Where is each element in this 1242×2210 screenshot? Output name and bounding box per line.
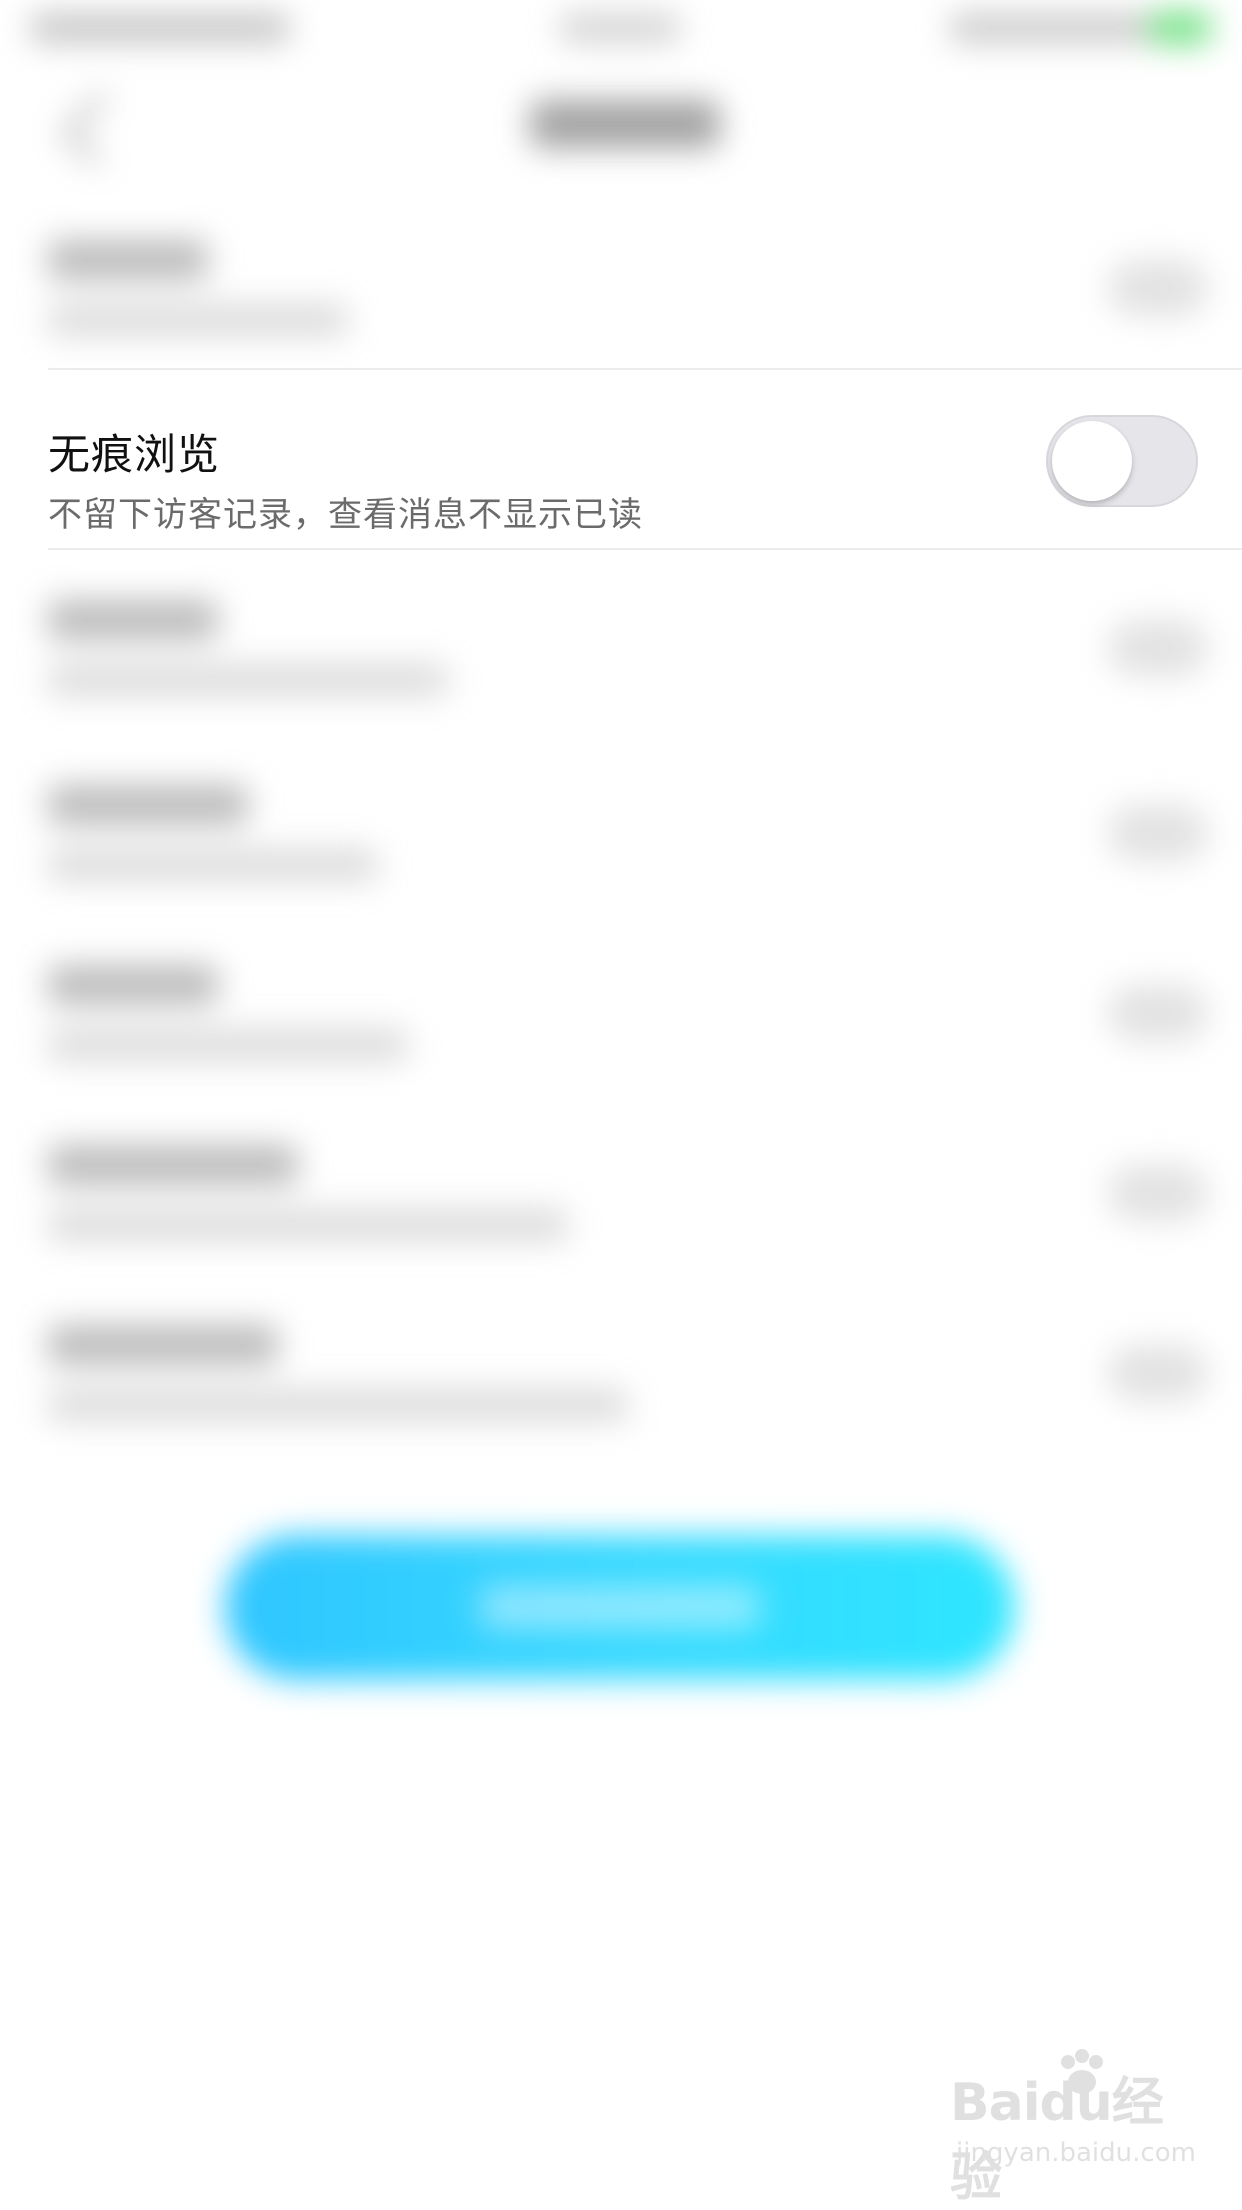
setting-subtitle: 不留下访客记录，查看消息不显示已读 bbox=[48, 495, 643, 535]
status-bar-right-placeholder bbox=[950, 14, 1150, 42]
row-title-placeholder bbox=[48, 785, 248, 825]
settings-row[interactable] bbox=[48, 240, 1208, 360]
watermark-url: jingyan.baidu.com bbox=[956, 2138, 1196, 2168]
settings-row[interactable] bbox=[48, 1145, 1208, 1265]
status-bar-time-placeholder bbox=[560, 14, 680, 42]
toggle-switch[interactable] bbox=[1108, 805, 1208, 861]
divider bbox=[48, 548, 1242, 550]
status-bar bbox=[0, 0, 1242, 60]
row-title-placeholder bbox=[48, 1145, 298, 1185]
battery-icon bbox=[1150, 12, 1210, 44]
row-subtitle-placeholder bbox=[48, 304, 348, 336]
toggle-switch[interactable] bbox=[1108, 260, 1208, 316]
row-title-placeholder bbox=[48, 240, 208, 280]
row-title-placeholder bbox=[48, 600, 218, 640]
toggle-knob[interactable] bbox=[1052, 421, 1132, 501]
button-label-placeholder bbox=[480, 1585, 760, 1629]
incognito-toggle[interactable] bbox=[1046, 415, 1198, 507]
nav-title-placeholder bbox=[530, 100, 720, 148]
settings-row[interactable] bbox=[48, 600, 1208, 720]
row-title-placeholder bbox=[48, 965, 218, 1005]
blurred-background bbox=[0, 0, 1242, 2208]
paw-icon bbox=[1061, 2049, 1103, 2094]
toggle-switch[interactable] bbox=[1108, 1165, 1208, 1221]
settings-row[interactable] bbox=[48, 965, 1208, 1085]
incognito-browsing-row[interactable]: 无痕浏览 不留下访客记录，查看消息不显示已读 bbox=[0, 385, 1242, 550]
divider bbox=[48, 368, 1242, 370]
row-subtitle-placeholder bbox=[48, 849, 378, 881]
row-subtitle-placeholder bbox=[48, 1029, 408, 1061]
row-subtitle-placeholder bbox=[48, 1209, 568, 1241]
toggle-switch[interactable] bbox=[1108, 1345, 1208, 1401]
toggle-switch[interactable] bbox=[1108, 985, 1208, 1041]
row-title-placeholder bbox=[48, 1325, 278, 1365]
baidu-watermark: Baidu经验 jingyan.baidu.com bbox=[950, 2049, 1210, 2208]
settings-row[interactable] bbox=[48, 785, 1208, 905]
settings-row[interactable] bbox=[48, 1325, 1208, 1445]
nav-bar bbox=[0, 60, 1242, 200]
row-subtitle-placeholder bbox=[48, 1389, 628, 1421]
back-arrow-icon[interactable] bbox=[61, 91, 137, 167]
setting-title: 无痕浏览 bbox=[48, 430, 221, 479]
status-bar-left-placeholder bbox=[30, 14, 290, 42]
row-subtitle-placeholder bbox=[48, 664, 448, 696]
primary-action-button[interactable] bbox=[225, 1535, 1015, 1680]
toggle-switch[interactable] bbox=[1108, 620, 1208, 676]
